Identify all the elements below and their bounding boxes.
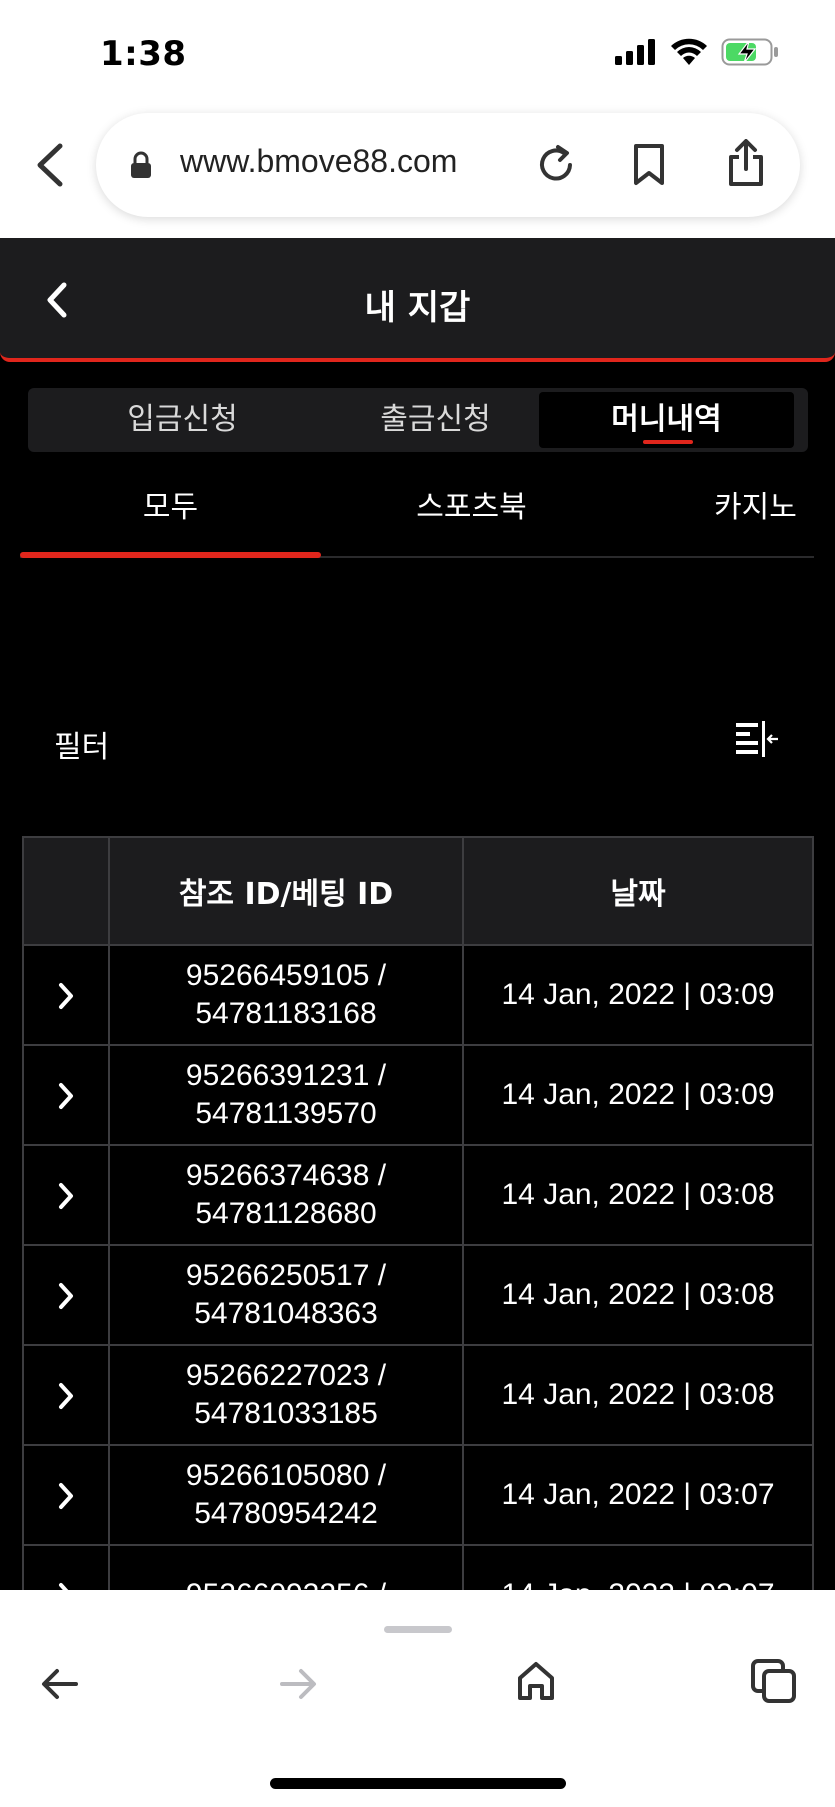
date-cell: 14 Jan, 2022 | 03:07 — [462, 1444, 814, 1546]
ref-id: 95266105080 / — [185, 1459, 387, 1492]
category-tabs: 모두 스포츠북 카지노 — [20, 488, 814, 558]
header-ref-bet-id: 참조 ID/베팅 ID — [108, 836, 464, 946]
segment-withdraw-request[interactable]: 출금신청 — [308, 392, 563, 448]
chevron-right-icon[interactable] — [57, 1082, 75, 1110]
filter-sort-icon[interactable] — [734, 720, 780, 760]
bet-id: 54780954242 — [194, 1497, 378, 1530]
status-time: 1:38 — [100, 34, 187, 74]
toolbar-grab-handle[interactable] — [384, 1626, 452, 1633]
bet-id: 54781128680 — [195, 1197, 377, 1230]
money-history-table: 참조 ID/베팅 ID 날짜 95266459105 / 54781183168 … — [22, 836, 814, 1590]
ref-id: 95266092256 / — [110, 1576, 462, 1590]
ref-bet-id-cell: 95266250517 / 54781048363 — [108, 1244, 464, 1346]
home-icon[interactable] — [516, 1660, 556, 1702]
row-expand-cell[interactable] — [22, 1144, 110, 1246]
chevron-right-icon[interactable] — [57, 1382, 75, 1410]
segment-active-indicator — [643, 440, 693, 444]
cellular-signal-icon — [615, 39, 655, 65]
segment-deposit-request[interactable]: 입금신청 — [55, 392, 310, 448]
bet-id: 54781033185 — [194, 1397, 378, 1430]
wallet-page: 내 지갑 입금신청 출금신청 머니내역 모두 스포츠북 카지노 필터 참조 ID… — [0, 238, 835, 1590]
row-expand-cell[interactable] — [22, 1044, 110, 1146]
row-expand-cell[interactable] — [22, 1444, 110, 1546]
browser-forward-arrow-icon[interactable] — [278, 1666, 318, 1702]
tab-active-indicator — [20, 552, 321, 558]
status-icons — [615, 38, 779, 66]
table-row[interactable]: 95266227023 / 54781033185 14 Jan, 2022 | … — [22, 1344, 814, 1446]
lock-icon — [131, 151, 151, 178]
ref-id: 95266391231 / — [185, 1059, 387, 1092]
ref-id: 95266459105 / — [185, 959, 387, 992]
ref-id: 95266227023 / — [185, 1359, 387, 1392]
filter-label[interactable]: 필터 — [54, 722, 109, 766]
date-cell: 14 Jan, 2022 | 03:08 — [462, 1344, 814, 1446]
date-cell: 14 Jan, 2022 | 03:08 — [462, 1144, 814, 1246]
chevron-right-icon[interactable] — [57, 1282, 75, 1310]
table-row[interactable]: 95266374638 / 54781128680 14 Jan, 2022 | … — [22, 1144, 814, 1246]
segment-money-history-label: 머니내역 — [611, 402, 722, 437]
reload-icon[interactable] — [536, 143, 576, 185]
ref-bet-id-cell: 95266227023 / 54781033185 — [108, 1344, 464, 1446]
app-header: 내 지갑 — [0, 238, 835, 362]
date-cell: 14 Jan, 2022 | 03:09 — [462, 944, 814, 1046]
tab-casino[interactable]: 카지노 — [714, 488, 824, 558]
date-cell: 14 Jan, 2022 | 03:07 — [462, 1544, 814, 1590]
bookmark-icon[interactable] — [632, 143, 666, 187]
wifi-icon — [671, 38, 707, 65]
chevron-right-icon[interactable] — [57, 1182, 75, 1210]
chevron-right-icon[interactable] — [57, 1482, 75, 1510]
browser-address-area: www.bmove88.com — [0, 105, 835, 238]
tab-sportsbook[interactable]: 스포츠북 — [321, 488, 622, 558]
table-row[interactable]: 95266459105 / 54781183168 14 Jan, 2022 | … — [22, 944, 814, 1046]
address-bar[interactable]: www.bmove88.com — [96, 113, 800, 217]
share-icon[interactable] — [726, 139, 766, 187]
wallet-segment-control: 입금신청 출금신청 머니내역 — [28, 388, 808, 452]
chevron-right-icon[interactable] — [57, 1582, 75, 1591]
ref-bet-id-cell: 95266459105 / 54781183168 — [108, 944, 464, 1046]
url-text: www.bmove88.com — [180, 143, 458, 179]
date-cell: 14 Jan, 2022 | 03:09 — [462, 1044, 814, 1146]
table-row[interactable]: 95266105080 / 54780954242 14 Jan, 2022 | … — [22, 1444, 814, 1546]
header-expand — [22, 836, 110, 946]
row-expand-cell[interactable] — [22, 1244, 110, 1346]
ref-bet-id-cell: 95266374638 / 54781128680 — [108, 1144, 464, 1246]
ref-id: 95266250517 / — [185, 1259, 387, 1292]
bet-id: 54781048363 — [194, 1297, 378, 1330]
battery-charging-icon — [721, 38, 778, 66]
header-date: 날짜 — [462, 836, 814, 946]
table-row[interactable]: 95266250517 / 54781048363 14 Jan, 2022 | … — [22, 1244, 814, 1346]
page-title: 내 지갑 — [364, 288, 471, 328]
home-indicator — [270, 1778, 566, 1789]
row-expand-cell[interactable] — [22, 1544, 110, 1591]
row-expand-cell[interactable] — [22, 1344, 110, 1446]
browser-back-arrow-icon[interactable] — [40, 1666, 80, 1702]
ref-bet-id-cell: 95266092256 / — [108, 1544, 464, 1590]
ref-bet-id-cell: 95266391231 / 54781139570 — [108, 1044, 464, 1146]
tabs-icon[interactable] — [750, 1658, 798, 1704]
bet-id: 54781183168 — [195, 997, 377, 1030]
table-row[interactable]: 95266391231 / 54781139570 14 Jan, 2022 | … — [22, 1044, 814, 1146]
table-row[interactable]: 95266092256 / 14 Jan, 2022 | 03:07 — [22, 1544, 814, 1591]
date-cell: 14 Jan, 2022 | 03:08 — [462, 1244, 814, 1346]
status-bar: 1:38 — [0, 0, 835, 105]
row-expand-cell[interactable] — [22, 944, 110, 1046]
ref-bet-id-cell: 95266105080 / 54780954242 — [108, 1444, 464, 1546]
chevron-right-icon[interactable] — [57, 982, 75, 1010]
table-header-row: 참조 ID/베팅 ID 날짜 — [22, 836, 814, 946]
segment-money-history[interactable]: 머니내역 — [539, 392, 794, 448]
browser-back-icon[interactable] — [30, 140, 70, 190]
bet-id: 54781139570 — [195, 1097, 377, 1130]
browser-toolbar — [0, 1590, 835, 1807]
tab-all[interactable]: 모두 — [20, 488, 321, 558]
ref-id: 95266374638 / — [185, 1159, 387, 1192]
